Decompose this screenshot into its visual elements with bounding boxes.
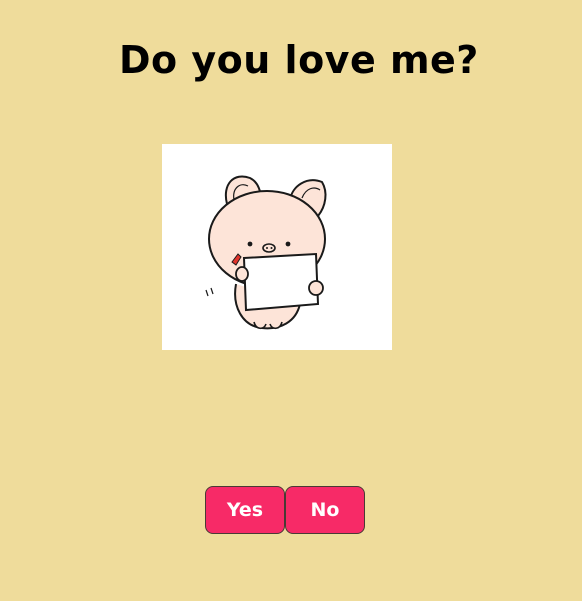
pig-holding-sign-icon: [205, 175, 327, 330]
question-heading: Do you love me?: [119, 38, 479, 82]
yes-button[interactable]: Yes: [205, 486, 285, 534]
pig-illustration: [162, 144, 392, 350]
page: Do you love me? Yes No: [0, 0, 582, 601]
no-button[interactable]: No: [285, 486, 365, 534]
